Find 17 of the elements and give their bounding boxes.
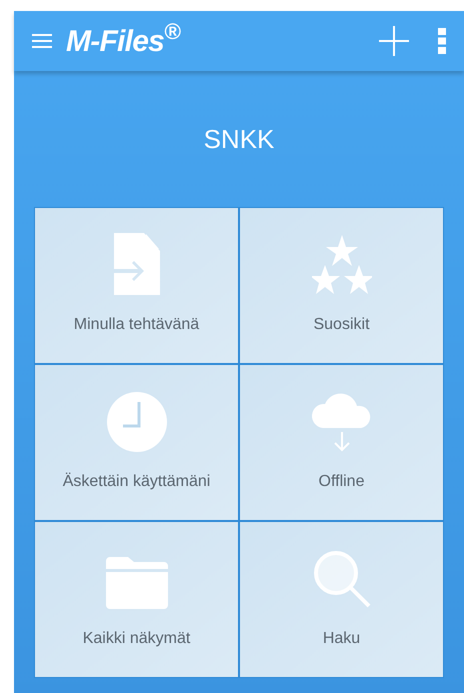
menu-tile[interactable]: Haku <box>240 522 443 677</box>
app-logo: M-Files$^{®}$ <box>66 18 180 60</box>
folder-icon <box>106 557 168 609</box>
vault-title: SNKK <box>204 122 274 156</box>
menu-tile[interactable]: Suosikit <box>240 208 443 363</box>
clock-icon <box>106 392 166 452</box>
stars-icon <box>312 235 372 295</box>
plus-icon[interactable] <box>378 25 410 57</box>
document-arrow-icon <box>114 233 160 295</box>
search-icon <box>312 549 372 609</box>
cloud-download-icon <box>310 392 372 452</box>
menu-tile[interactable]: Minulla tehtävänä <box>35 208 238 363</box>
more-options-icon[interactable] <box>438 28 446 54</box>
menu-icon[interactable] <box>32 34 52 48</box>
menu-tile[interactable]: Offline <box>240 365 443 520</box>
menu-tile[interactable]: Äskettäin käyttämäni <box>35 365 238 520</box>
menu-tile[interactable]: Kaikki näkymät <box>35 522 238 677</box>
